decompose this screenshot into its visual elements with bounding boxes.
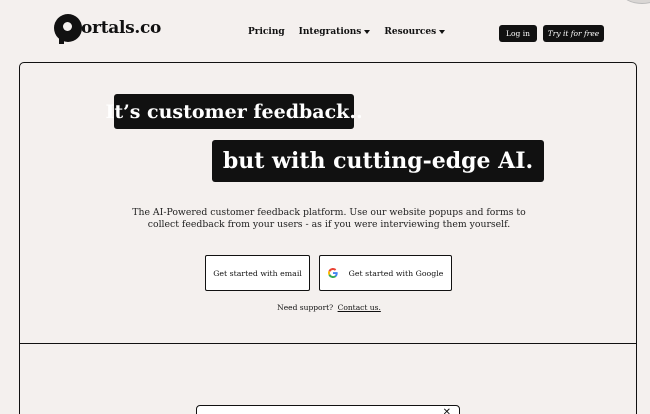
- headline-primary: It’s customer feedback..: [105, 94, 363, 129]
- logo[interactable]: ortals.co: [54, 13, 162, 44]
- popup-panel[interactable]: ✕: [196, 405, 460, 414]
- chevron-down-icon: [364, 30, 371, 34]
- try-free-button[interactable]: Try it for free: [543, 25, 604, 42]
- support-line: Need support? Contact us.: [20, 303, 638, 312]
- nav-link-label: Resources: [384, 27, 437, 37]
- nav-links: Pricing Integrations Resources: [248, 27, 459, 37]
- hero-subtitle: The AI-Powered customer feedback platfor…: [132, 207, 526, 230]
- hero-section: It’s customer feedback.. but with cuttin…: [19, 62, 637, 344]
- google-icon: [327, 268, 338, 278]
- nav-link-pricing[interactable]: Pricing: [248, 27, 285, 37]
- close-icon[interactable]: ✕: [443, 407, 451, 414]
- login-button[interactable]: Log in: [499, 25, 537, 42]
- cta-google-label: Get started with Google: [348, 268, 444, 278]
- get-started-email-button[interactable]: Get started with email: [205, 255, 310, 291]
- chevron-down-icon: [439, 30, 446, 34]
- nav-link-resources[interactable]: Resources: [384, 27, 446, 37]
- get-started-google-button[interactable]: Get started with Google: [319, 255, 452, 291]
- nav-link-integrations[interactable]: Integrations: [299, 27, 371, 37]
- nav-link-label: Pricing: [248, 27, 285, 37]
- nav-link-label: Integrations: [298, 27, 362, 37]
- logo-text: ortals.co: [81, 18, 162, 38]
- contact-us-link[interactable]: Contact us.: [338, 303, 381, 312]
- top-nav: ortals.co Pricing Integrations Resources…: [0, 0, 650, 62]
- support-text: Need support?: [277, 303, 334, 312]
- headline-secondary: but with cutting-edge AI.: [212, 140, 544, 182]
- cta-email-label: Get started with email: [213, 268, 302, 278]
- logo-mark-icon: [54, 14, 82, 44]
- next-section: [19, 343, 637, 414]
